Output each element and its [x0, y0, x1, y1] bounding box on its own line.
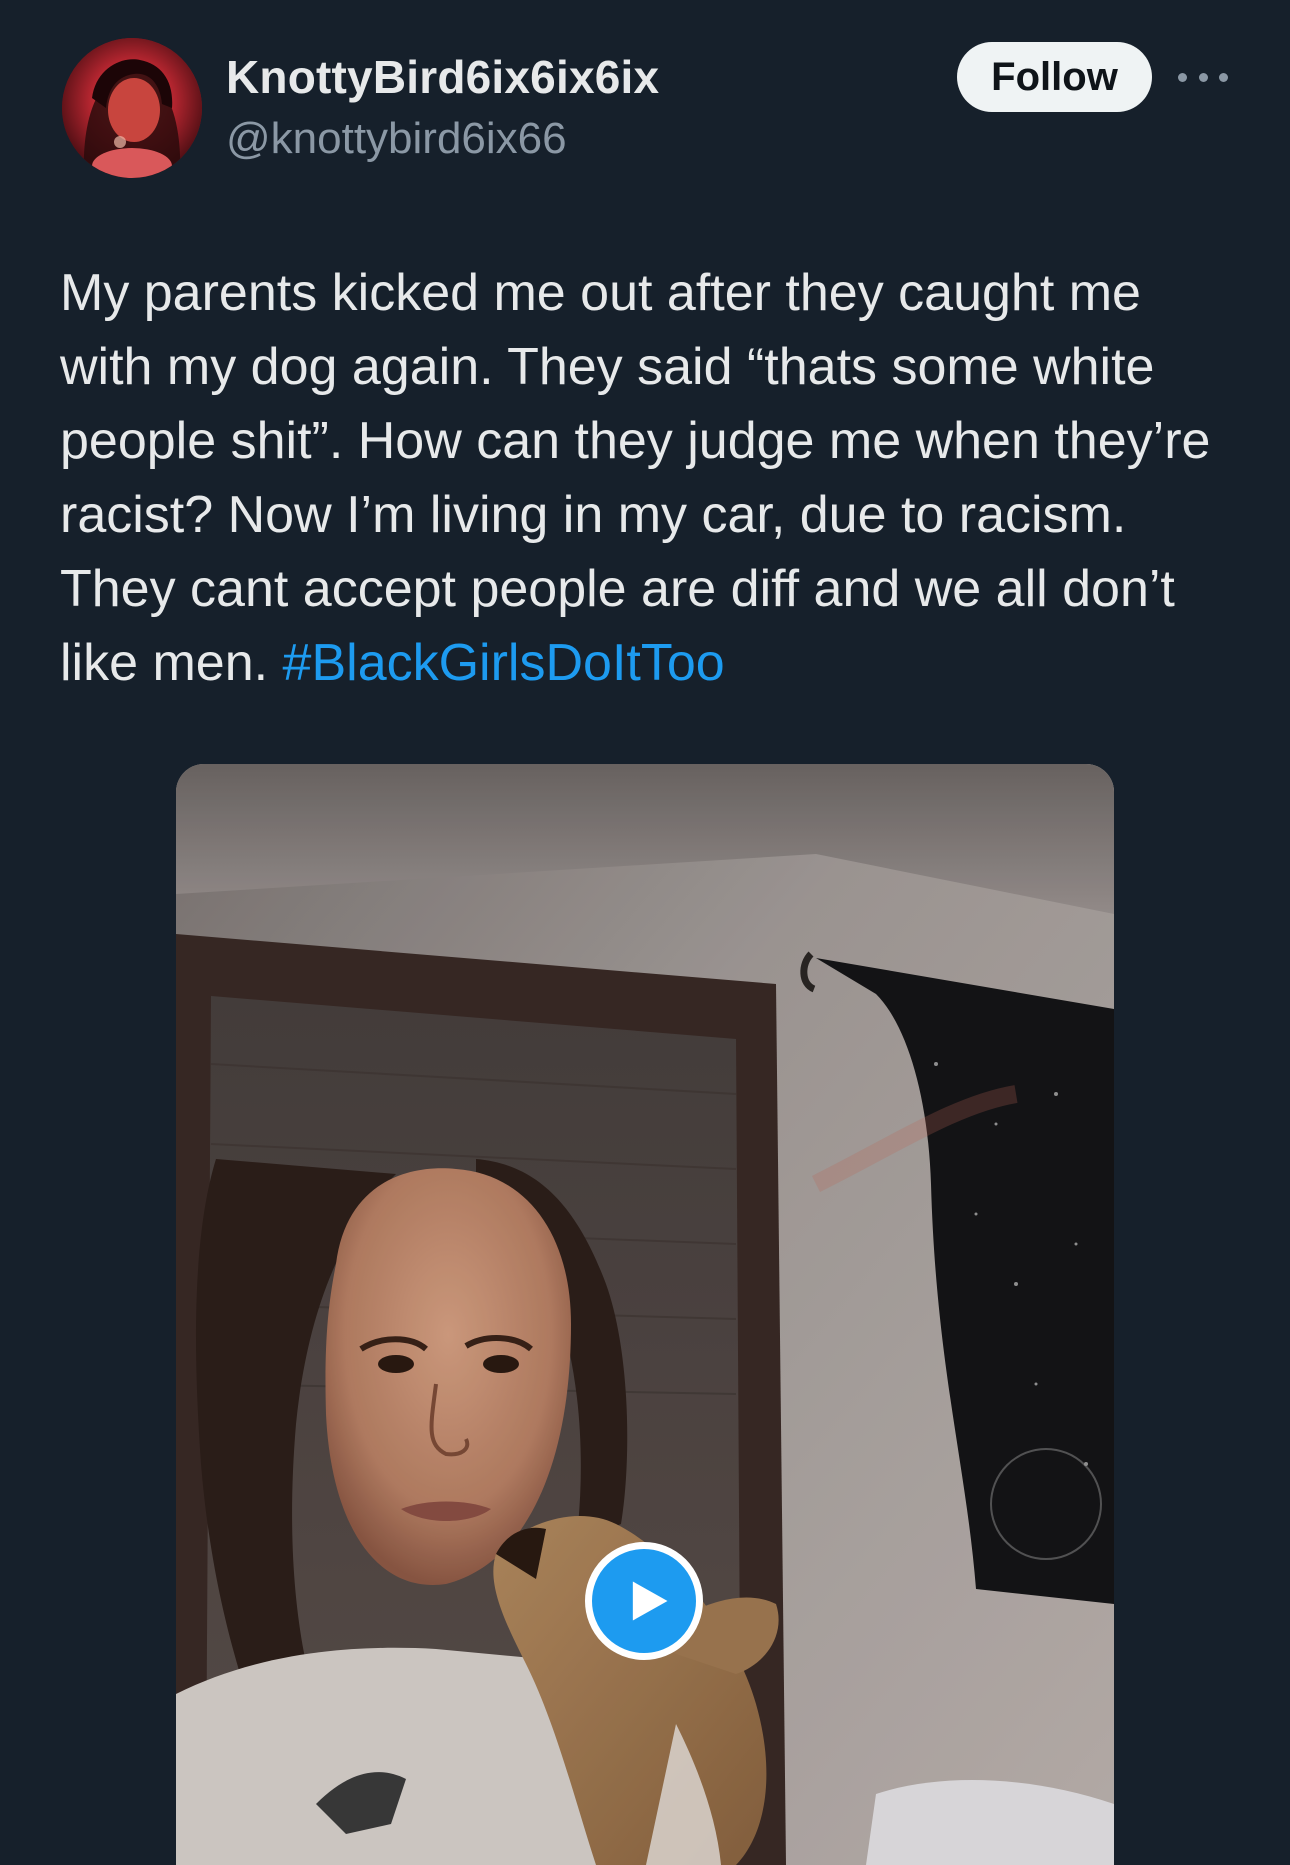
more-dot [1178, 72, 1187, 82]
video-thumbnail [176, 764, 1114, 1865]
author-display-name[interactable]: KnottyBird6ix6ix6ix [226, 50, 659, 104]
more-dot [1198, 72, 1208, 82]
video-media[interactable] [176, 764, 1114, 1865]
tweet-body: My parents kicked me out after they caug… [60, 264, 1211, 692]
author-handle[interactable]: @knottybird6ix66 [226, 114, 567, 164]
tweet-text: My parents kicked me out after they caug… [60, 256, 1240, 700]
hashtag-link[interactable]: #BlackGirlsDoItToo [283, 634, 725, 692]
more-dot [1219, 72, 1228, 82]
follow-button[interactable]: Follow [957, 42, 1152, 112]
more-horizontal-icon[interactable] [1178, 62, 1228, 92]
avatar-image [62, 38, 202, 178]
tweet: KnottyBird6ix6ix6ix @knottybird6ix66 Fol… [0, 0, 1290, 1865]
play-icon [632, 1581, 668, 1621]
play-button[interactable] [585, 1542, 703, 1660]
avatar[interactable] [62, 38, 202, 178]
